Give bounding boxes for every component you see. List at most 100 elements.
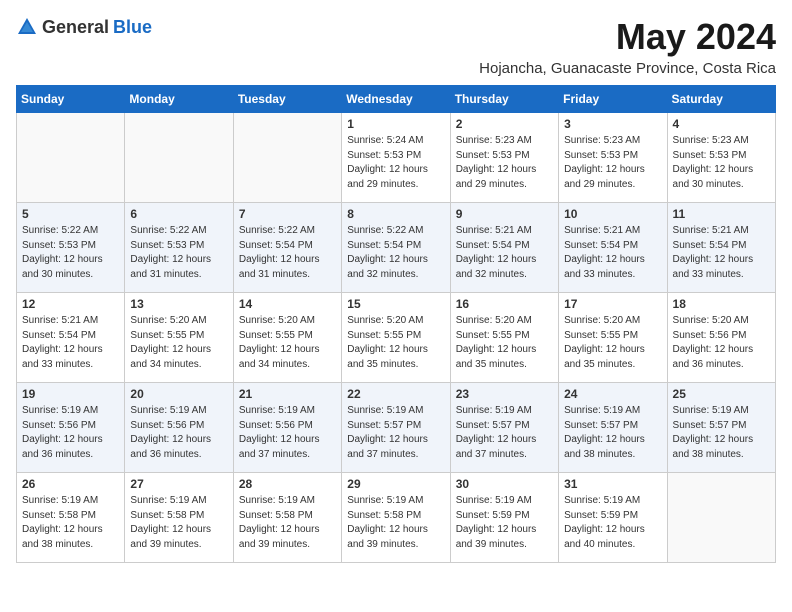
- calendar-cell: 4 Sunrise: 5:23 AM Sunset: 5:53 PM Daylig…: [667, 113, 775, 203]
- calendar-cell: 3Sunrise: 5:23 AM Sunset: 5:53 PM Daylig…: [559, 113, 667, 203]
- cell-info: Sunrise: 5:23 AM Sunset: 5:53 PM Dayligh…: [673, 134, 770, 192]
- cell-info: Sunrise: 5:20 AM Sunset: 5:55 PM Dayligh…: [239, 314, 336, 372]
- calendar-week-row: 26 Sunrise: 5:19 AM Sunset: 5:58 PM Dayli…: [17, 473, 776, 563]
- day-number: 2: [456, 117, 553, 131]
- cell-info: Sunrise: 5:19 AM Sunset: 5:57 PM Dayligh…: [564, 404, 661, 462]
- calendar-cell: 15Sunrise: 5:20 AM Sunset: 5:55 PM Dayli…: [342, 293, 450, 383]
- day-number: 6: [130, 207, 227, 221]
- cell-info: Sunrise: 5:21 AM Sunset: 5:54 PM Dayligh…: [456, 224, 553, 282]
- day-number: 5: [22, 207, 119, 221]
- cell-info: Sunrise: 5:19 AM Sunset: 5:58 PM Dayligh…: [22, 494, 119, 552]
- calendar-header-row: SundayMondayTuesdayWednesdayThursdayFrid…: [17, 86, 776, 113]
- calendar-cell: 17 Sunrise: 5:20 AM Sunset: 5:55 PM Dayli…: [559, 293, 667, 383]
- calendar-cell: 30Sunrise: 5:19 AM Sunset: 5:59 PM Dayli…: [450, 473, 558, 563]
- calendar-cell: [125, 113, 233, 203]
- cell-info: Sunrise: 5:22 AM Sunset: 5:53 PM Dayligh…: [22, 224, 119, 282]
- day-number: 29: [347, 477, 444, 491]
- day-number: 10: [564, 207, 661, 221]
- day-number: 27: [130, 477, 227, 491]
- calendar-cell: 12 Sunrise: 5:21 AM Sunset: 5:54 PM Dayli…: [17, 293, 125, 383]
- cell-info: Sunrise: 5:22 AM Sunset: 5:54 PM Dayligh…: [347, 224, 444, 282]
- month-title: May 2024: [479, 16, 776, 58]
- cell-info: Sunrise: 5:19 AM Sunset: 5:58 PM Dayligh…: [239, 494, 336, 552]
- day-number: 11: [673, 207, 770, 221]
- calendar-cell: [17, 113, 125, 203]
- calendar-cell: 18 Sunrise: 5:20 AM Sunset: 5:56 PM Dayli…: [667, 293, 775, 383]
- calendar-cell: 6 Sunrise: 5:22 AM Sunset: 5:53 PM Daylig…: [125, 203, 233, 293]
- cell-info: Sunrise: 5:19 AM Sunset: 5:57 PM Dayligh…: [456, 404, 553, 462]
- page-header: GeneralBlue May 2024 Hojancha, Guanacast…: [16, 16, 776, 77]
- cell-info: Sunrise: 5:21 AM Sunset: 5:54 PM Dayligh…: [22, 314, 119, 372]
- day-number: 22: [347, 387, 444, 401]
- calendar-cell: [667, 473, 775, 563]
- cell-info: Sunrise: 5:22 AM Sunset: 5:53 PM Dayligh…: [130, 224, 227, 282]
- cell-info: Sunrise: 5:19 AM Sunset: 5:56 PM Dayligh…: [22, 404, 119, 462]
- cell-info: Sunrise: 5:23 AM Sunset: 5:53 PM Dayligh…: [456, 134, 553, 192]
- calendar-cell: 24 Sunrise: 5:19 AM Sunset: 5:57 PM Dayli…: [559, 383, 667, 473]
- logo-icon: [16, 16, 38, 38]
- cell-info: Sunrise: 5:19 AM Sunset: 5:58 PM Dayligh…: [130, 494, 227, 552]
- calendar-week-row: 5 Sunrise: 5:22 AM Sunset: 5:53 PM Daylig…: [17, 203, 776, 293]
- cell-info: Sunrise: 5:20 AM Sunset: 5:56 PM Dayligh…: [673, 314, 770, 372]
- day-number: 4: [673, 117, 770, 131]
- day-number: 18: [673, 297, 770, 311]
- cell-info: Sunrise: 5:21 AM Sunset: 5:54 PM Dayligh…: [673, 224, 770, 282]
- calendar-table: SundayMondayTuesdayWednesdayThursdayFrid…: [16, 85, 776, 563]
- day-number: 3: [564, 117, 661, 131]
- calendar-week-row: 19Sunrise: 5:19 AM Sunset: 5:56 PM Dayli…: [17, 383, 776, 473]
- day-number: 28: [239, 477, 336, 491]
- logo-general-text: General: [42, 17, 109, 38]
- day-of-week-header: Wednesday: [342, 86, 450, 113]
- calendar-cell: 5 Sunrise: 5:22 AM Sunset: 5:53 PM Daylig…: [17, 203, 125, 293]
- calendar-cell: 16 Sunrise: 5:20 AM Sunset: 5:55 PM Dayli…: [450, 293, 558, 383]
- day-number: 1: [347, 117, 444, 131]
- cell-info: Sunrise: 5:20 AM Sunset: 5:55 PM Dayligh…: [456, 314, 553, 372]
- day-number: 20: [130, 387, 227, 401]
- calendar-cell: 20 Sunrise: 5:19 AM Sunset: 5:56 PM Dayli…: [125, 383, 233, 473]
- calendar-cell: 29 Sunrise: 5:19 AM Sunset: 5:58 PM Dayli…: [342, 473, 450, 563]
- day-number: 24: [564, 387, 661, 401]
- day-number: 14: [239, 297, 336, 311]
- calendar-cell: [233, 113, 341, 203]
- day-number: 23: [456, 387, 553, 401]
- logo: GeneralBlue: [16, 16, 152, 38]
- calendar-cell: 13 Sunrise: 5:20 AM Sunset: 5:55 PM Dayli…: [125, 293, 233, 383]
- calendar-cell: 27 Sunrise: 5:19 AM Sunset: 5:58 PM Dayli…: [125, 473, 233, 563]
- day-number: 13: [130, 297, 227, 311]
- day-number: 26: [22, 477, 119, 491]
- calendar-cell: 10 Sunrise: 5:21 AM Sunset: 5:54 PM Dayli…: [559, 203, 667, 293]
- cell-info: Sunrise: 5:21 AM Sunset: 5:54 PM Dayligh…: [564, 224, 661, 282]
- cell-info: Sunrise: 5:20 AM Sunset: 5:55 PM Dayligh…: [564, 314, 661, 372]
- cell-info: Sunrise: 5:19 AM Sunset: 5:58 PM Dayligh…: [347, 494, 444, 552]
- day-of-week-header: Friday: [559, 86, 667, 113]
- day-number: 17: [564, 297, 661, 311]
- calendar-cell: 28 Sunrise: 5:19 AM Sunset: 5:58 PM Dayli…: [233, 473, 341, 563]
- calendar-week-row: 12 Sunrise: 5:21 AM Sunset: 5:54 PM Dayli…: [17, 293, 776, 383]
- calendar-cell: 1 Sunrise: 5:24 AM Sunset: 5:53 PM Daylig…: [342, 113, 450, 203]
- day-number: 12: [22, 297, 119, 311]
- calendar-cell: 31 Sunrise: 5:19 AM Sunset: 5:59 PM Dayli…: [559, 473, 667, 563]
- calendar-cell: 9Sunrise: 5:21 AM Sunset: 5:54 PM Daylig…: [450, 203, 558, 293]
- location-title: Hojancha, Guanacaste Province, Costa Ric…: [479, 60, 776, 77]
- calendar-cell: 19Sunrise: 5:19 AM Sunset: 5:56 PM Dayli…: [17, 383, 125, 473]
- calendar-cell: 14 Sunrise: 5:20 AM Sunset: 5:55 PM Dayli…: [233, 293, 341, 383]
- cell-info: Sunrise: 5:24 AM Sunset: 5:53 PM Dayligh…: [347, 134, 444, 192]
- cell-info: Sunrise: 5:19 AM Sunset: 5:59 PM Dayligh…: [564, 494, 661, 552]
- day-of-week-header: Thursday: [450, 86, 558, 113]
- day-number: 30: [456, 477, 553, 491]
- calendar-cell: 21Sunrise: 5:19 AM Sunset: 5:56 PM Dayli…: [233, 383, 341, 473]
- day-number: 31: [564, 477, 661, 491]
- day-number: 15: [347, 297, 444, 311]
- cell-info: Sunrise: 5:19 AM Sunset: 5:56 PM Dayligh…: [130, 404, 227, 462]
- calendar-cell: 7 Sunrise: 5:22 AM Sunset: 5:54 PM Daylig…: [233, 203, 341, 293]
- day-number: 7: [239, 207, 336, 221]
- day-number: 8: [347, 207, 444, 221]
- cell-info: Sunrise: 5:19 AM Sunset: 5:56 PM Dayligh…: [239, 404, 336, 462]
- cell-info: Sunrise: 5:22 AM Sunset: 5:54 PM Dayligh…: [239, 224, 336, 282]
- day-of-week-header: Monday: [125, 86, 233, 113]
- logo-blue-text: Blue: [113, 17, 152, 38]
- calendar-cell: 8 Sunrise: 5:22 AM Sunset: 5:54 PM Daylig…: [342, 203, 450, 293]
- calendar-week-row: 1 Sunrise: 5:24 AM Sunset: 5:53 PM Daylig…: [17, 113, 776, 203]
- cell-info: Sunrise: 5:20 AM Sunset: 5:55 PM Dayligh…: [130, 314, 227, 372]
- day-number: 16: [456, 297, 553, 311]
